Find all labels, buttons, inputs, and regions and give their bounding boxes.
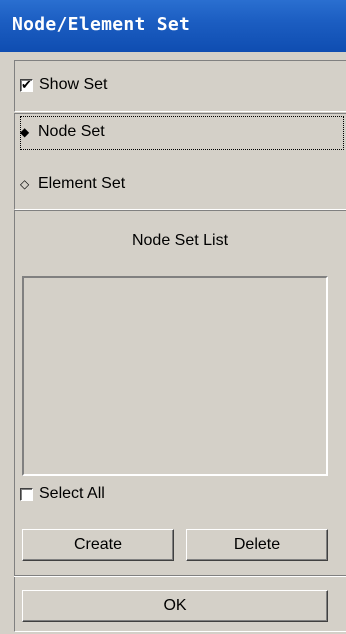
node-set-radio[interactable]: ◆ Node Set bbox=[20, 117, 105, 147]
create-button-label: Create bbox=[73, 536, 123, 553]
select-all-checkbox[interactable] bbox=[20, 487, 33, 501]
checkmark-icon: ✔ bbox=[21, 76, 32, 92]
ok-button[interactable]: OK bbox=[22, 590, 328, 622]
radio-unselected-icon: ◇ bbox=[20, 177, 30, 191]
show-set-checkbox-row[interactable]: ✔ Show Set bbox=[20, 70, 107, 100]
select-all-checkbox-row[interactable]: Select All bbox=[20, 479, 105, 509]
create-button[interactable]: Create bbox=[22, 529, 174, 561]
select-all-label: Select All bbox=[39, 485, 105, 502]
element-set-label: Element Set bbox=[38, 175, 126, 192]
ok-button-label: OK bbox=[163, 597, 187, 614]
list-header: Node Set List bbox=[131, 232, 229, 249]
title-bar: Node/Element Set bbox=[0, 0, 346, 53]
set-listbox[interactable] bbox=[22, 276, 328, 476]
radio-selected-icon: ◆ bbox=[20, 125, 30, 139]
delete-button[interactable]: Delete bbox=[186, 529, 328, 561]
button-separator bbox=[14, 575, 346, 577]
window-title: Node/Element Set bbox=[12, 14, 191, 35]
element-set-radio[interactable]: ◇ Element Set bbox=[20, 169, 125, 199]
delete-button-label: Delete bbox=[233, 536, 281, 553]
show-set-label: Show Set bbox=[39, 76, 108, 93]
show-set-checkbox[interactable]: ✔ bbox=[20, 76, 33, 92]
node-set-label: Node Set bbox=[38, 123, 105, 140]
